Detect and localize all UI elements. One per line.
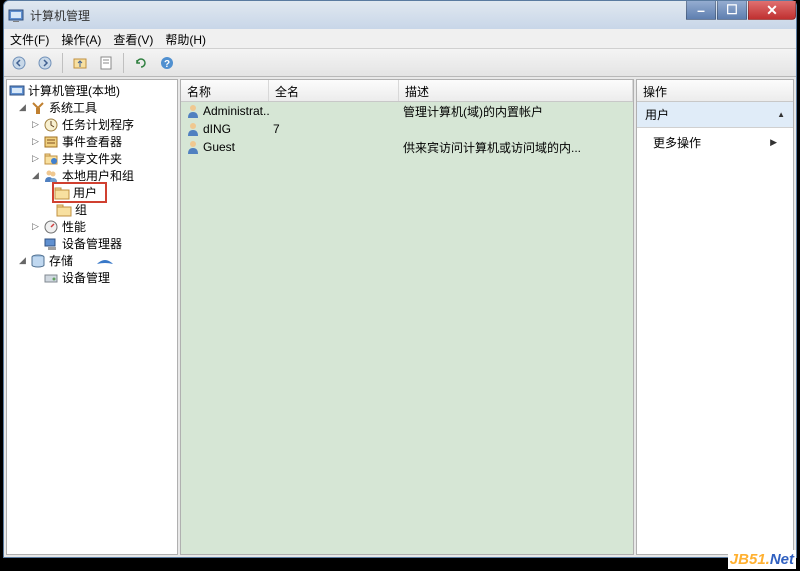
tree-label: 性能 bbox=[62, 218, 86, 235]
help-button[interactable]: ? bbox=[156, 52, 178, 74]
expand-icon[interactable]: ▷ bbox=[30, 153, 41, 164]
tree-label: 设备管理 bbox=[62, 269, 110, 286]
folder-icon bbox=[56, 202, 72, 218]
tree-groups[interactable]: 组 bbox=[9, 201, 175, 218]
col-name[interactable]: 名称 bbox=[181, 80, 269, 101]
event-icon bbox=[43, 134, 59, 150]
folder-icon bbox=[54, 185, 70, 201]
table-row[interactable]: Administrat... 管理计算机(域)的内置帐户 bbox=[181, 102, 633, 120]
expand-icon[interactable]: ▷ bbox=[30, 136, 41, 147]
maximize-button[interactable]: ☐ bbox=[717, 1, 747, 20]
collapse-icon[interactable]: ◢ bbox=[17, 102, 28, 113]
device-manager-icon bbox=[43, 236, 59, 252]
watermark-text: Net bbox=[770, 551, 794, 568]
menu-view[interactable]: 查看(V) bbox=[113, 31, 153, 46]
menu-file[interactable]: 文件(F) bbox=[10, 31, 49, 46]
refresh-button[interactable] bbox=[130, 52, 152, 74]
tree-users[interactable]: 用户 bbox=[9, 184, 175, 201]
tree-label: 组 bbox=[75, 201, 87, 218]
tree-label: 计算机管理(本地) bbox=[28, 82, 120, 99]
disk-icon bbox=[43, 270, 59, 286]
actions-section-label: 用户 bbox=[645, 106, 669, 123]
shared-folder-icon bbox=[43, 151, 59, 167]
table-row[interactable]: dING7 bbox=[181, 120, 633, 138]
user-list: Administrat...管理计算机(域)的内置帐户dING7Guest供来宾… bbox=[181, 102, 633, 156]
tree-label: 共享文件夹 bbox=[62, 150, 122, 167]
table-row[interactable]: Guest 供来宾访问计算机或访问域的内... bbox=[181, 138, 633, 156]
badge-icon bbox=[95, 256, 115, 266]
storage-icon bbox=[30, 253, 46, 269]
tree-device-mgmt[interactable]: 设备管理 bbox=[9, 269, 175, 286]
menu-help[interactable]: 帮助(H) bbox=[165, 31, 206, 46]
list-pane[interactable]: 名称 全名 描述 Administrat...管理计算机(域)的内置帐户dING… bbox=[180, 79, 634, 555]
submenu-arrow-icon: ▶ bbox=[770, 137, 777, 148]
cell-desc: 管理计算机(域)的内置帐户 bbox=[399, 103, 633, 120]
user-icon bbox=[185, 121, 201, 137]
tree-label: 系统工具 bbox=[49, 99, 97, 116]
cell-name: dING bbox=[181, 121, 269, 137]
collapse-icon[interactable]: ◢ bbox=[30, 170, 41, 181]
actions-more-label: 更多操作 bbox=[653, 134, 701, 151]
col-desc[interactable]: 描述 bbox=[399, 80, 633, 101]
tree-shared-folders[interactable]: ▷ 共享文件夹 bbox=[9, 150, 175, 167]
app-window: 计算机管理 – ☐ ✕ 文件(F) 操作(A) 查看(V) 帮助(H) ? 计算… bbox=[3, 0, 797, 558]
window-title: 计算机管理 bbox=[30, 7, 90, 24]
watermark-text: JB51. bbox=[730, 551, 770, 568]
close-button[interactable]: ✕ bbox=[748, 1, 796, 20]
svg-text:?: ? bbox=[164, 59, 170, 70]
expand-icon[interactable]: ▷ bbox=[30, 221, 41, 232]
tree-task-scheduler[interactable]: ▷ 任务计划程序 bbox=[9, 116, 175, 133]
tree-pane[interactable]: 计算机管理(本地) ◢ 系统工具 ▷ 任务计划程序 ▷ bbox=[6, 79, 178, 555]
watermark: JB51.Net bbox=[728, 550, 796, 569]
clock-icon bbox=[43, 117, 59, 133]
tree-event-viewer[interactable]: ▷ 事件查看器 bbox=[9, 133, 175, 150]
titlebar[interactable]: 计算机管理 – ☐ ✕ bbox=[4, 1, 796, 29]
up-button[interactable] bbox=[69, 52, 91, 74]
column-headers: 名称 全名 描述 bbox=[181, 80, 633, 102]
properties-button[interactable] bbox=[95, 52, 117, 74]
actions-pane: 操作 用户 ▲ 更多操作 ▶ bbox=[636, 79, 794, 555]
content-area: 计算机管理(本地) ◢ 系统工具 ▷ 任务计划程序 ▷ bbox=[4, 77, 796, 557]
tree-device-manager[interactable]: 设备管理器 bbox=[9, 235, 175, 252]
cell-name: Guest bbox=[181, 139, 269, 155]
actions-more[interactable]: 更多操作 ▶ bbox=[637, 128, 793, 157]
tree-storage[interactable]: ◢ 存储 bbox=[9, 252, 175, 269]
collapse-arrow-icon[interactable]: ▲ bbox=[777, 110, 785, 119]
tree-label: 任务计划程序 bbox=[62, 116, 134, 133]
computer-icon bbox=[9, 83, 25, 99]
back-button[interactable] bbox=[8, 52, 30, 74]
cell-desc: 供来宾访问计算机或访问域的内... bbox=[399, 139, 633, 156]
forward-button[interactable] bbox=[34, 52, 56, 74]
cell-name: Administrat... bbox=[181, 103, 269, 119]
tree-label: 事件查看器 bbox=[62, 133, 122, 150]
menu-action[interactable]: 操作(A) bbox=[61, 31, 101, 46]
expand-icon[interactable]: ▷ bbox=[30, 119, 41, 130]
toolbar: ? bbox=[4, 49, 796, 77]
actions-section[interactable]: 用户 ▲ bbox=[637, 102, 793, 128]
actions-header: 操作 bbox=[637, 80, 793, 102]
tools-icon bbox=[30, 100, 46, 116]
col-fullname[interactable]: 全名 bbox=[269, 80, 399, 101]
cell-fullname: 7 bbox=[269, 122, 399, 136]
user-icon bbox=[185, 139, 201, 155]
user-icon bbox=[185, 103, 201, 119]
minimize-button[interactable]: – bbox=[686, 1, 716, 20]
collapse-icon[interactable]: ◢ bbox=[17, 255, 28, 266]
tree-label: 设备管理器 bbox=[62, 235, 122, 252]
tree-performance[interactable]: ▷ 性能 bbox=[9, 218, 175, 235]
tree-label: 存储 bbox=[49, 252, 73, 269]
app-icon bbox=[8, 7, 24, 23]
tree-sys-tools[interactable]: ◢ 系统工具 bbox=[9, 99, 175, 116]
menubar: 文件(F) 操作(A) 查看(V) 帮助(H) bbox=[4, 29, 796, 49]
tree-root[interactable]: 计算机管理(本地) bbox=[9, 82, 175, 99]
tree-label: 用户 bbox=[73, 184, 97, 201]
performance-icon bbox=[43, 219, 59, 235]
